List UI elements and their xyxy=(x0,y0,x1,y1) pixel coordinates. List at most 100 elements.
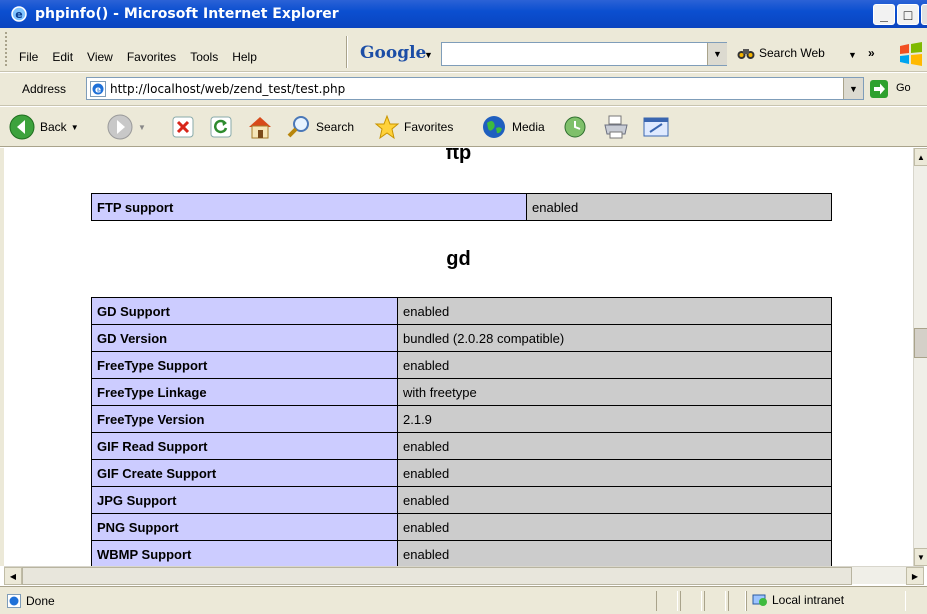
edit-button[interactable] xyxy=(642,112,670,142)
table-row: GD Version bundled (2.0.28 compatible) xyxy=(91,324,832,352)
address-input[interactable]: e http://localhost/web/zend_test/test.ph… xyxy=(86,77,864,100)
toolbar-overflow-chevron-icon[interactable]: » xyxy=(868,46,875,60)
print-button[interactable] xyxy=(602,112,630,142)
toolbar-grip[interactable] xyxy=(5,32,8,66)
search-web-label: Search Web xyxy=(759,46,825,60)
binoculars-icon xyxy=(737,49,755,59)
security-zone[interactable]: Local intranet xyxy=(752,593,844,607)
google-menu-caret-icon[interactable]: ▼ xyxy=(424,50,433,60)
stop-button[interactable] xyxy=(172,112,194,142)
table-key-cell: FreeType Version xyxy=(91,405,398,433)
back-dropdown-icon[interactable]: ▼ xyxy=(71,123,79,132)
search-web-button[interactable]: Search Web xyxy=(737,46,825,60)
home-button[interactable] xyxy=(246,112,274,142)
table-key-cell: GD Support xyxy=(91,297,398,325)
minimize-button[interactable]: _ xyxy=(873,4,895,25)
gd-table: GD Support enabled GD Version bundled (2… xyxy=(91,297,832,566)
edit-page-icon xyxy=(643,117,669,137)
table-value-cell: enabled xyxy=(397,513,832,541)
favorites-star-icon xyxy=(374,114,400,140)
maximize-button[interactable]: □ xyxy=(897,4,919,25)
scroll-up-arrow-icon[interactable]: ▲ xyxy=(914,148,927,166)
table-key-cell: JPG Support xyxy=(91,486,398,514)
stop-icon xyxy=(172,116,194,138)
svg-text:e: e xyxy=(95,85,101,95)
menu-tools[interactable]: Tools xyxy=(183,48,225,66)
menu-favorites[interactable]: Favorites xyxy=(120,48,183,66)
forward-button[interactable]: ▼ xyxy=(106,112,146,142)
ftp-table: FTP support enabled xyxy=(91,193,832,221)
table-key-cell: FTP support xyxy=(91,193,527,221)
refresh-icon xyxy=(210,116,232,138)
page-ie-icon: e xyxy=(90,80,106,97)
search-magnifier-icon xyxy=(287,116,309,138)
title-bar: e phpinfo() - Microsoft Internet Explore… xyxy=(0,0,927,28)
table-row: FreeType Support enabled xyxy=(91,351,832,379)
back-button[interactable]: Back ▼ xyxy=(8,112,79,142)
search-button[interactable]: Search xyxy=(286,112,354,142)
back-label: Back xyxy=(40,120,67,134)
ie-logo-icon: e xyxy=(11,6,27,22)
table-key-cell: PNG Support xyxy=(91,513,398,541)
menu-file[interactable]: File xyxy=(12,48,45,66)
search-web-caret-icon[interactable]: ▼ xyxy=(848,50,857,60)
table-row: FTP support enabled xyxy=(91,193,832,221)
scroll-left-arrow-icon[interactable]: ◀ xyxy=(4,567,22,585)
table-value-cell: with freetype xyxy=(397,378,832,406)
table-value-cell: enabled xyxy=(526,193,832,221)
table-key-cell: FreeType Linkage xyxy=(91,378,398,406)
menu-edit[interactable]: Edit xyxy=(45,48,80,66)
vertical-scrollbar[interactable]: ▲ ▼ xyxy=(913,148,927,566)
table-row: FreeType Version 2.1.9 xyxy=(91,405,832,433)
scroll-right-arrow-icon[interactable]: ▶ xyxy=(906,567,924,585)
menu-view[interactable]: View xyxy=(80,48,120,66)
media-button[interactable]: Media xyxy=(480,112,545,142)
table-row: PNG Support enabled xyxy=(91,513,832,541)
search-label: Search xyxy=(316,120,355,134)
table-value-cell: 2.1.9 xyxy=(397,405,832,433)
history-button[interactable] xyxy=(562,112,588,142)
scroll-down-arrow-icon[interactable]: ▼ xyxy=(914,548,927,566)
table-row: GIF Create Support enabled xyxy=(91,459,832,487)
back-arrow-icon xyxy=(9,114,35,140)
table-value-cell: enabled xyxy=(397,432,832,460)
address-url: http://localhost/web/zend_test/test.php xyxy=(110,81,346,96)
horizontal-scrollbar[interactable]: ◀ ▶ xyxy=(4,566,924,585)
address-dropdown-button[interactable]: ▼ xyxy=(843,78,863,99)
address-bar: Address e http://localhost/web/zend_test… xyxy=(0,73,927,106)
status-pane xyxy=(656,591,678,611)
table-key-cell: GIF Create Support xyxy=(91,459,398,487)
forward-dropdown-icon[interactable]: ▼ xyxy=(138,123,146,132)
go-arrow-icon[interactable] xyxy=(870,80,888,98)
toolbar-separator xyxy=(346,36,348,68)
vertical-scroll-thumb[interactable] xyxy=(914,328,927,358)
google-dropdown-button[interactable]: ▼ xyxy=(707,43,727,65)
table-value-cell: enabled xyxy=(397,486,832,514)
page-content: ftp FTP support enabled gd GD Support en… xyxy=(0,148,913,566)
favorites-button[interactable]: Favorites xyxy=(374,112,453,142)
close-button[interactable]: × xyxy=(921,4,927,25)
google-logo[interactable]: Google xyxy=(360,43,426,63)
status-text: Done xyxy=(26,594,55,608)
security-zone-label: Local intranet xyxy=(772,593,845,607)
refresh-button[interactable] xyxy=(210,112,232,142)
table-value-cell: bundled (2.0.28 compatible) xyxy=(397,324,832,352)
status-pane xyxy=(728,591,746,611)
table-key-cell: WBMP Support xyxy=(91,540,398,566)
gd-heading: gd xyxy=(446,248,471,270)
table-value-cell: enabled xyxy=(397,297,832,325)
history-icon xyxy=(564,116,586,138)
table-row: FreeType Linkage with freetype xyxy=(91,378,832,406)
svg-text:e: e xyxy=(15,8,22,21)
menu-help[interactable]: Help xyxy=(225,48,264,66)
ftp-heading: ftp xyxy=(445,148,472,164)
horizontal-scroll-thumb[interactable] xyxy=(22,567,852,585)
table-value-cell: enabled xyxy=(397,540,832,566)
page-done-icon xyxy=(7,594,21,608)
menu-bar: File Edit View Favorites Tools Help Goog… xyxy=(0,28,927,72)
table-key-cell: FreeType Support xyxy=(91,351,398,379)
go-label[interactable]: Go xyxy=(896,82,911,94)
table-value-cell: enabled xyxy=(397,459,832,487)
google-search-input[interactable] xyxy=(441,42,727,66)
media-label: Media xyxy=(512,120,545,134)
